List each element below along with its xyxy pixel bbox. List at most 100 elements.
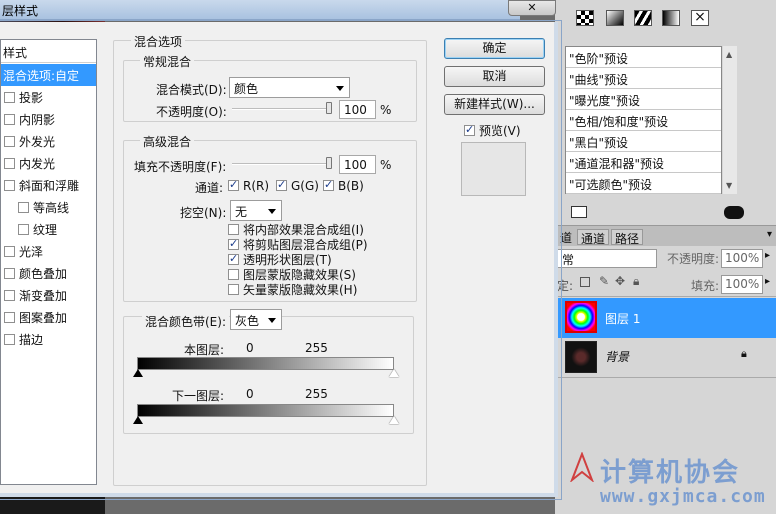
style-checkbox[interactable] [4, 180, 15, 191]
preset-tool-icon-1[interactable] [576, 10, 594, 26]
general-blending-title: 常规混合 [140, 53, 195, 70]
opacity-input[interactable]: 100 [339, 100, 376, 119]
dialog-close-button[interactable]: ✕ [508, 0, 556, 16]
preset-tool-icon-5[interactable]: ⨯ [691, 10, 709, 26]
style-checkbox[interactable] [18, 224, 29, 235]
preset-item[interactable]: "黑白"预设 [566, 131, 721, 152]
preset-tool-icon-2[interactable] [606, 10, 624, 26]
opacity-slider-track[interactable] [232, 108, 332, 110]
layer-opacity-dropdown-icon[interactable]: ▸ [765, 250, 770, 261]
blending-options-title: 混合选项 [131, 33, 186, 50]
preset-item[interactable]: "色阶"预设 [566, 47, 721, 68]
layer-row-background[interactable]: 背景 🔒︎ [555, 338, 776, 378]
style-checkbox[interactable] [4, 334, 15, 345]
layer-row-layer1[interactable]: 图层 1 [555, 298, 776, 338]
style-list-item[interactable]: 内阴影 [1, 108, 96, 130]
scroll-up-arrow-icon[interactable]: ▲ [726, 50, 732, 59]
style-list-item[interactable]: 混合选项:自定 [1, 64, 96, 86]
watermark-url: www.gxjmca.com [600, 486, 766, 507]
channel-g-checkbox[interactable]: G(G) [276, 178, 319, 193]
style-checkbox[interactable] [4, 312, 15, 323]
blend-mode-select[interactable]: 颜色 [229, 77, 350, 98]
lock-pixels-icon[interactable]: ✎ [599, 274, 609, 288]
this-layer-white-slider[interactable] [389, 369, 399, 377]
style-list-item[interactable]: 纹理 [1, 218, 96, 240]
panel-menu-icon[interactable]: ▾ [767, 229, 772, 240]
style-list-item[interactable]: 颜色叠加 [1, 262, 96, 284]
style-list-item[interactable]: 光泽 [1, 240, 96, 262]
style-checkbox[interactable] [4, 290, 15, 301]
layer-opacity-input[interactable]: 100% [721, 249, 763, 268]
blend-if-select[interactable]: 灰色 [230, 309, 282, 330]
style-checkbox[interactable] [4, 114, 15, 125]
style-list-item[interactable]: 等高线 [1, 196, 96, 218]
tab-paths[interactable]: 路径 [611, 229, 644, 246]
style-list-item-label: 颜色叠加 [19, 267, 68, 281]
advanced-option-label: 将内部效果混合成组(I) [243, 223, 364, 237]
lock-transparent-icon[interactable] [580, 277, 590, 287]
layer-fill-input[interactable]: 100% [721, 275, 763, 294]
fill-opacity-slider-thumb[interactable] [326, 157, 332, 169]
ok-button[interactable]: 确定 [444, 38, 545, 59]
fill-opacity-input[interactable]: 100 [339, 155, 376, 174]
fill-opacity-slider-track[interactable] [232, 163, 332, 165]
style-list-item[interactable]: 斜面和浮雕 [1, 174, 96, 196]
dialog-title-bar[interactable]: 层样式 [0, 0, 520, 20]
layer-fill-label: 填充: [691, 279, 720, 293]
style-list-item[interactable]: 投影 [1, 86, 96, 108]
style-checkbox[interactable] [4, 246, 15, 257]
preset-item[interactable]: "可选颜色"预设 [566, 173, 721, 194]
clip-to-layer-icon[interactable] [571, 206, 587, 218]
layer-blend-mode-select[interactable]: 常 [557, 249, 657, 268]
channel-b-checkbox[interactable]: B(B) [323, 178, 364, 193]
this-layer-black-slider[interactable] [133, 369, 143, 377]
underlying-black-slider[interactable] [133, 416, 143, 424]
tab-channels[interactable]: 通道 [577, 229, 610, 246]
preset-tool-icon-3[interactable] [634, 10, 652, 26]
view-mode-icon[interactable] [724, 206, 744, 219]
checkbox-box [228, 237, 239, 250]
layer-name: 图层 1 [605, 312, 641, 326]
channel-r-checkbox[interactable]: R(R) [228, 178, 269, 193]
style-list-item[interactable]: 内发光 [1, 152, 96, 174]
advanced-blending-title: 高级混合 [140, 133, 195, 150]
preset-list-scrollbar[interactable]: ▲ ▼ [723, 46, 737, 194]
style-list-item[interactable]: 外发光 [1, 130, 96, 152]
preset-item[interactable]: "通道混和器"预设 [566, 152, 721, 173]
scroll-down-arrow-icon[interactable]: ▼ [726, 181, 732, 190]
channel-g-label: G(G) [291, 179, 319, 193]
style-list-header[interactable]: 样式 [1, 40, 96, 63]
preset-item[interactable]: "色相/饱和度"预设 [566, 110, 721, 131]
preset-tool-icon-4[interactable] [662, 10, 680, 26]
style-list-item[interactable]: 图案叠加 [1, 306, 96, 328]
opacity-slider-thumb[interactable] [326, 102, 332, 114]
style-checkbox[interactable] [4, 92, 15, 103]
style-checkbox[interactable] [4, 136, 15, 147]
layer-thumbnail [565, 301, 597, 333]
underlying-max-value: 255 [305, 387, 328, 401]
style-checkbox[interactable] [18, 202, 29, 213]
blend-mode-value: 颜色 [234, 82, 259, 96]
preset-item[interactable]: "曝光度"预设 [566, 89, 721, 110]
lock-position-icon[interactable]: ✥ [615, 274, 625, 288]
lock-all-icon[interactable]: 🔒︎ [633, 274, 639, 289]
layer-fill-dropdown-icon[interactable]: ▸ [765, 276, 770, 287]
tab-layers[interactable]: 道 [557, 229, 575, 245]
style-list-item-label: 等高线 [33, 201, 70, 215]
preset-item[interactable]: "曲线"预设 [566, 68, 721, 89]
this-layer-max-value: 255 [305, 341, 328, 355]
style-list-item-label: 斜面和浮雕 [19, 179, 80, 193]
advanced-option-checkbox[interactable]: 矢量蒙版隐藏效果(H) [228, 281, 357, 298]
style-list-item[interactable]: 渐变叠加 [1, 284, 96, 306]
new-style-button[interactable]: 新建样式(W)... [444, 94, 545, 115]
underlying-white-slider[interactable] [389, 416, 399, 424]
layers-lock-row: 定: ✎ ✥ 🔒︎ 填充: 100% ▸ [555, 271, 776, 297]
style-checkbox[interactable] [4, 268, 15, 279]
style-checkbox[interactable] [4, 158, 15, 169]
cancel-button[interactable]: 取消 [444, 66, 545, 87]
knockout-select[interactable]: 无 [230, 200, 282, 221]
layer-lock-icon: 🔒︎ [741, 347, 747, 360]
advanced-option-label: 图层蒙版隐藏效果(S) [243, 268, 356, 282]
preview-checkbox[interactable]: 预览(V) [464, 122, 521, 139]
style-list-item[interactable]: 描边 [1, 328, 96, 350]
